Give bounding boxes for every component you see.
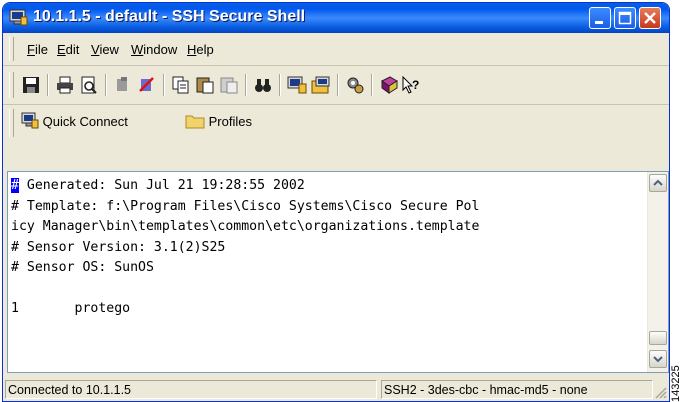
title-bar[interactable]: 10.1.1.5 - default - SSH Secure Shell [3, 3, 669, 33]
menubar-grip[interactable] [9, 37, 14, 61]
quickbar-grip[interactable] [9, 109, 14, 137]
print-icon[interactable] [55, 75, 75, 95]
quick-connect-bar: Quick Connect Profiles [3, 105, 669, 141]
folder-icon [185, 115, 205, 129]
new-terminal-icon[interactable] [287, 75, 307, 95]
menu-bar: File Edit View Window Help [3, 33, 669, 66]
terminal-line: 1 protego [11, 301, 131, 316]
chevron-down-icon [653, 356, 663, 363]
scroll-up-button[interactable] [649, 174, 667, 192]
terminal-line: # Sensor Version: 3.1(2)S25 [11, 239, 226, 255]
toolbar: ? [3, 66, 669, 105]
menu-view[interactable]: View [91, 42, 119, 57]
ssh-window: 10.1.1.5 - default - SSH Secure Shell Fi… [2, 2, 670, 402]
settings-icon[interactable] [345, 75, 365, 95]
terminal-output: # Generated: Sun Jul 21 19:28:55 2002 # … [11, 176, 479, 320]
toolbar-separator [163, 74, 165, 96]
figure-code: 143225 [670, 365, 682, 402]
help-book-icon[interactable] [379, 75, 399, 95]
cipher-status: SSH2 - 3des-cbc - hmac-md5 - none [381, 380, 653, 399]
terminal-line: # Sensor OS: SunOS [11, 260, 154, 275]
profiles-button[interactable]: Profiles [185, 111, 252, 133]
menu-window[interactable]: Window [131, 42, 177, 57]
print-preview-icon[interactable] [79, 75, 99, 95]
profiles-label: Profiles [208, 114, 252, 129]
close-icon [644, 12, 656, 24]
toolbar-separator [279, 74, 281, 96]
disconnect-icon[interactable] [113, 75, 133, 95]
toolbar-grip[interactable] [9, 72, 14, 98]
paste-disabled-icon[interactable] [219, 75, 239, 95]
toolbar-separator [47, 74, 49, 96]
close-button[interactable] [639, 7, 661, 29]
ssh-app-icon [9, 9, 28, 26]
connection-status: Connected to 10.1.1.5 [5, 380, 377, 399]
whats-this-icon[interactable]: ? [401, 75, 421, 95]
terminal-line-1-rest: Generated: Sun Jul 21 19:28:55 2002 [18, 178, 305, 193]
terminal-cursor: # [11, 178, 19, 193]
new-file-transfer-icon[interactable] [311, 75, 331, 95]
scroll-thumb[interactable] [649, 331, 667, 345]
toolbar-separator [245, 74, 247, 96]
paste-icon[interactable] [195, 75, 215, 95]
minimize-button[interactable] [589, 7, 611, 29]
menu-help[interactable]: Help [187, 42, 214, 57]
maximize-button[interactable] [614, 7, 636, 29]
save-icon[interactable] [21, 75, 41, 95]
resize-grip-icon[interactable] [653, 385, 667, 399]
toolbar-separator [371, 74, 373, 96]
toolbar-separator [105, 74, 107, 96]
status-bar: Connected to 10.1.1.5 SSH2 - 3des-cbc - … [3, 377, 669, 401]
menu-file[interactable]: File [27, 42, 48, 57]
terminal-line: # Template: f:\Program Files\Cisco Syste… [11, 198, 480, 214]
copy-icon[interactable] [171, 75, 191, 95]
chevron-up-icon [653, 179, 663, 186]
window-title: 10.1.1.5 - default - SSH Secure Shell [33, 8, 306, 25]
svg-text:?: ? [412, 78, 419, 92]
terminal-line: icy Manager\bin\templates\common\etc\org… [11, 219, 480, 234]
scroll-down-button[interactable] [649, 350, 667, 368]
quick-connect-icon [21, 112, 39, 129]
terminal-area[interactable]: # Generated: Sun Jul 21 19:28:55 2002 # … [7, 171, 669, 373]
minimize-icon [595, 21, 603, 24]
find-icon[interactable] [253, 75, 273, 95]
maximize-icon [618, 11, 632, 25]
quick-connect-button[interactable]: Quick Connect [21, 111, 128, 133]
disconnect-red-icon[interactable] [137, 75, 157, 95]
vertical-scrollbar[interactable] [647, 172, 668, 372]
quick-connect-label: Quick Connect [42, 114, 128, 129]
toolbar-separator [337, 74, 339, 96]
menu-edit[interactable]: Edit [57, 42, 79, 57]
